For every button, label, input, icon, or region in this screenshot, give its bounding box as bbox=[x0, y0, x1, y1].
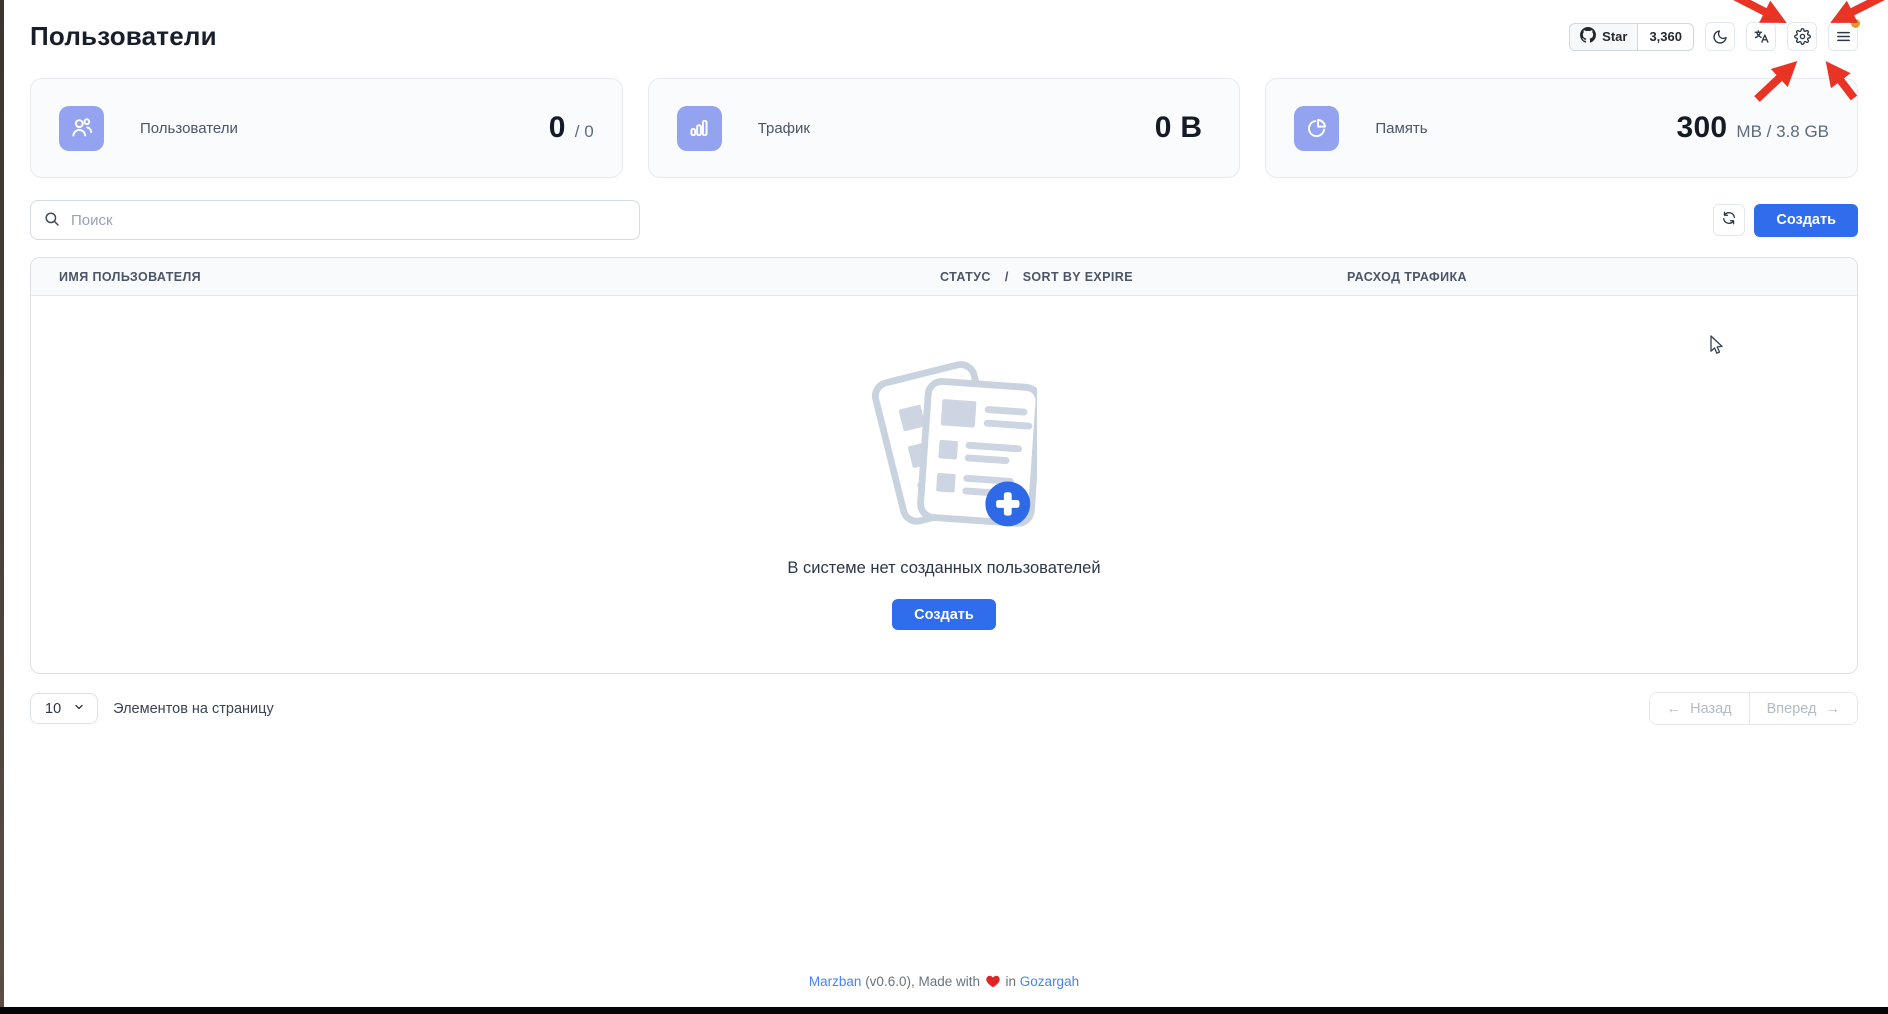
column-header-status[interactable]: СТАТУС bbox=[940, 270, 991, 284]
pager: ← Назад Вперед → bbox=[1649, 692, 1858, 725]
toolbar: Создать bbox=[30, 200, 1858, 240]
marzban-link[interactable]: Marzban bbox=[809, 974, 862, 989]
column-header-status-expire[interactable]: СТАТУС / SORT BY EXPIRE bbox=[940, 258, 1133, 296]
arrow-left-icon: ← bbox=[1667, 701, 1682, 717]
traffic-icon bbox=[677, 106, 722, 151]
stats-row: Пользователи 0 / 0 Трафик 0 B Память 300 bbox=[30, 78, 1858, 178]
users-table: ИМЯ ПОЛЬЗОВАТЕЛЯ СТАТУС / SORT BY EXPIRE… bbox=[30, 257, 1858, 674]
prev-page-button[interactable]: ← Назад bbox=[1650, 693, 1749, 724]
empty-state-illustration bbox=[852, 353, 1037, 543]
create-button[interactable]: Создать bbox=[1754, 204, 1858, 237]
chevron-down-icon bbox=[73, 701, 85, 717]
hamburger-icon bbox=[1835, 28, 1852, 45]
header-controls: Star 3,360 bbox=[1569, 18, 1858, 51]
empty-state-message: В системе нет созданных пользователей bbox=[787, 559, 1100, 578]
settings-button[interactable] bbox=[1787, 22, 1817, 51]
plus-icon bbox=[985, 482, 1030, 527]
memory-icon bbox=[1294, 106, 1339, 151]
stat-label: Пользователи bbox=[140, 120, 238, 137]
refresh-icon bbox=[1721, 210, 1737, 231]
stat-label: Трафик bbox=[758, 120, 810, 137]
empty-create-button[interactable]: Создать bbox=[892, 599, 996, 630]
next-page-button[interactable]: Вперед → bbox=[1749, 693, 1857, 724]
page-size-select[interactable]: 10 bbox=[30, 693, 98, 724]
github-logo-icon bbox=[1580, 27, 1596, 46]
footer-in-text: in bbox=[1006, 974, 1017, 989]
page-size-value: 10 bbox=[45, 701, 61, 717]
arrow-right-icon: → bbox=[1826, 701, 1841, 717]
translate-icon bbox=[1753, 28, 1770, 45]
github-star-segment[interactable]: Star bbox=[1570, 24, 1638, 50]
search-input[interactable] bbox=[30, 200, 640, 240]
column-header-sort-by-expire[interactable]: SORT BY EXPIRE bbox=[1023, 270, 1133, 284]
stat-value: 0 B bbox=[1155, 111, 1203, 145]
taskbar-edge bbox=[0, 1007, 1888, 1014]
stat-suffix: MB / 3.8 GB bbox=[1736, 122, 1829, 142]
pagination: 10 Элементов на страницу ← Назад Вперед … bbox=[30, 692, 1858, 725]
stat-suffix: / 0 bbox=[575, 122, 594, 142]
search-icon bbox=[43, 210, 61, 233]
stat-value: 300 bbox=[1676, 111, 1727, 145]
moon-icon bbox=[1712, 29, 1728, 45]
table-empty-body: В системе нет созданных пользователей Со… bbox=[31, 296, 1857, 673]
users-page: Пользователи Star 3,360 bbox=[0, 0, 1888, 725]
page-size-label: Элементов на страницу bbox=[113, 701, 274, 717]
stat-label: Память bbox=[1375, 120, 1427, 137]
language-button[interactable] bbox=[1746, 22, 1776, 51]
screen-left-edge bbox=[0, 0, 4, 1014]
page-title: Пользователи bbox=[30, 18, 217, 52]
stat-card-users: Пользователи 0 / 0 bbox=[30, 78, 623, 178]
stat-value: 0 bbox=[549, 111, 566, 145]
github-star-label: Star bbox=[1602, 29, 1627, 44]
footer-version-text: (v0.6.0), Made with bbox=[865, 974, 984, 989]
dark-mode-button[interactable] bbox=[1705, 22, 1735, 51]
stat-card-traffic: Трафик 0 B bbox=[648, 78, 1241, 178]
users-icon bbox=[59, 106, 104, 151]
github-star-button[interactable]: Star 3,360 bbox=[1569, 23, 1694, 51]
column-header-divider: / bbox=[1005, 270, 1009, 284]
menu-button[interactable] bbox=[1828, 22, 1858, 51]
notification-dot bbox=[1851, 19, 1860, 28]
column-header-username[interactable]: ИМЯ ПОЛЬЗОВАТЕЛЯ bbox=[59, 258, 201, 296]
stat-card-memory: Память 300 MB / 3.8 GB bbox=[1265, 78, 1858, 178]
gozargah-link[interactable]: Gozargah bbox=[1020, 974, 1079, 989]
table-header-row: ИМЯ ПОЛЬЗОВАТЕЛЯ СТАТУС / SORT BY EXPIRE… bbox=[31, 258, 1857, 296]
gear-icon bbox=[1794, 28, 1811, 45]
github-star-count[interactable]: 3,360 bbox=[1638, 24, 1693, 50]
app-footer: Marzban (v0.6.0), Made with in Gozargah bbox=[0, 974, 1888, 991]
refresh-button[interactable] bbox=[1713, 204, 1745, 236]
column-header-traffic[interactable]: РАСХОД ТРАФИКА bbox=[1347, 258, 1467, 296]
heart-icon bbox=[986, 975, 1000, 991]
